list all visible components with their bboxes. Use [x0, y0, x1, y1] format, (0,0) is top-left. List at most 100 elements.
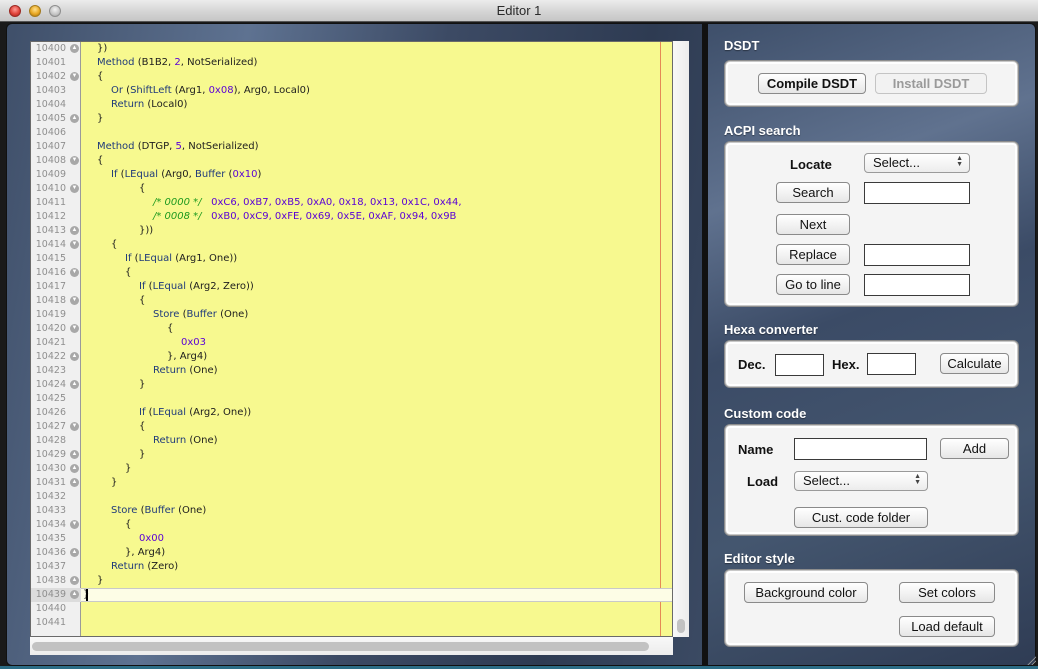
code-keyword: LEqual [138, 253, 173, 264]
code-line[interactable]: Return (One) [31, 434, 672, 448]
code-line[interactable]: { [31, 322, 672, 336]
code-line[interactable] [31, 490, 672, 504]
code-line[interactable]: { [31, 518, 672, 532]
code-line[interactable]: 0x00 [31, 532, 672, 546]
load-default-button[interactable]: Load default [899, 616, 995, 637]
code-text: } [139, 448, 145, 462]
search-button[interactable]: Search [776, 182, 850, 203]
code-line[interactable]: If (LEqual (Arg2, Zero)) [31, 280, 672, 294]
code-line[interactable]: Or (ShiftLeft (Arg1, 0x08), Arg0, Local0… [31, 84, 672, 98]
code-text: { [139, 420, 145, 434]
code-token: ) [257, 169, 262, 180]
code-line[interactable]: }) [31, 42, 672, 56]
code-line[interactable] [31, 126, 672, 140]
horizontal-scroll-thumb[interactable] [32, 642, 649, 651]
code-line[interactable]: If (LEqual (Arg1, One)) [31, 252, 672, 266]
search-input[interactable] [864, 182, 970, 204]
load-select[interactable]: Select... ▲ ▼ [794, 471, 928, 491]
code-line[interactable]: If (LEqual (Arg2, One)) [31, 406, 672, 420]
replace-button[interactable]: Replace [776, 244, 850, 265]
code-text: } [139, 378, 145, 392]
code-token: } [97, 575, 104, 586]
code-keyword: Store [153, 309, 180, 320]
code-line[interactable]: /* 0000 */ 0xC6, 0xB7, 0xB5, 0xA0, 0x18,… [31, 196, 672, 210]
dec-input[interactable] [775, 354, 824, 376]
editor-style-section-title: Editor style [724, 551, 795, 566]
hex-input[interactable] [867, 353, 916, 375]
code-keyword: Method [97, 57, 135, 68]
code-line[interactable]: } [31, 574, 672, 588]
code-text: If (LEqual (Arg1, One)) [125, 252, 237, 266]
go-to-line-button[interactable]: Go to line [776, 274, 850, 295]
vertical-scrollbar[interactable] [673, 41, 689, 637]
code-text: { [139, 182, 145, 196]
background-color-button[interactable]: Background color [744, 582, 868, 603]
code-text: { [111, 238, 117, 252]
code-line[interactable]: { [31, 266, 672, 280]
code-number: 0x03 [181, 337, 207, 348]
code-token: (Local0) [144, 99, 188, 110]
code-token: (One) [174, 505, 207, 516]
add-button[interactable]: Add [940, 438, 1009, 459]
code-editor[interactable]: 10400 ▲ 10401 10402 ▼ 10403 10404 10405 ▲ 10406 10… [30, 41, 673, 637]
replace-input[interactable] [864, 244, 970, 266]
code-text: } [97, 112, 103, 126]
hexa-converter-group: Dec. Hex. Calculate [725, 341, 1018, 387]
code-line[interactable]: { [31, 420, 672, 434]
code-line[interactable]: { [31, 238, 672, 252]
custom-code-name-input[interactable] [794, 438, 927, 460]
code-token: , NotSerialized) [180, 57, 258, 68]
go-to-line-input[interactable] [864, 274, 970, 296]
code-token: (One) [186, 435, 218, 446]
code-line[interactable]: } [31, 462, 672, 476]
code-line[interactable]: } [31, 588, 672, 602]
code-line[interactable]: Return (Local0) [31, 98, 672, 112]
code-token: { [167, 323, 174, 334]
code-line[interactable]: })) [31, 224, 672, 238]
code-line[interactable]: Method (B1B2, 2, NotSerialized) [31, 56, 672, 70]
code-text: Store (Buffer (One) [153, 308, 248, 322]
vertical-scroll-thumb[interactable] [677, 619, 685, 633]
code-line[interactable]: } [31, 378, 672, 392]
code-line[interactable]: }, Arg4) [31, 350, 672, 364]
code-line[interactable]: }, Arg4) [31, 546, 672, 560]
code-line[interactable]: Store (Buffer (One) [31, 308, 672, 322]
code-line[interactable]: } [31, 448, 672, 462]
code-keyword: Return [153, 435, 187, 446]
code-line[interactable]: Return (One) [31, 364, 672, 378]
next-button[interactable]: Next [776, 214, 850, 235]
set-colors-button[interactable]: Set colors [899, 582, 995, 603]
code-line[interactable]: 0x03 [31, 336, 672, 350]
code-line[interactable]: { [31, 154, 672, 168]
code-token: { [125, 267, 132, 278]
acpi-search-group: Locate Select... ▲ ▼ Search Next Replace … [725, 142, 1018, 306]
code-line[interactable]: If (LEqual (Arg0, Buffer (0x10) [31, 168, 672, 182]
code-text: Method (DTGP, 5, NotSerialized) [97, 140, 259, 154]
calculate-button[interactable]: Calculate [940, 353, 1009, 374]
code-line[interactable]: { [31, 294, 672, 308]
code-line[interactable]: } [31, 112, 672, 126]
code-line[interactable]: } [31, 476, 672, 490]
code-text: If (LEqual (Arg2, Zero)) [139, 280, 254, 294]
code-line[interactable]: { [31, 182, 672, 196]
code-token: { [97, 71, 104, 82]
code-line[interactable]: { [31, 70, 672, 84]
code-line[interactable] [31, 392, 672, 406]
code-line[interactable]: Return (Zero) [31, 560, 672, 574]
compile-dsdt-button[interactable]: Compile DSDT [758, 73, 866, 94]
code-line[interactable]: /* 0008 */ 0xB0, 0xC9, 0xFE, 0x69, 0x5E,… [31, 210, 672, 224]
code-number: 0x10 [232, 169, 258, 180]
window-resize-grip[interactable] [1026, 655, 1036, 665]
load-select-value: Select... [803, 473, 850, 488]
code-token: (B1B2, [134, 57, 175, 68]
code-line[interactable]: Store (Buffer (One) [31, 504, 672, 518]
horizontal-scrollbar[interactable] [30, 637, 673, 655]
locate-select[interactable]: Select... ▲ ▼ [864, 153, 970, 173]
code-token: } [139, 379, 146, 390]
hexa-converter-section-title: Hexa converter [724, 322, 818, 337]
code-line[interactable]: Method (DTGP, 5, NotSerialized) [31, 140, 672, 154]
custom-code-folder-button[interactable]: Cust. code folder [794, 507, 928, 528]
code-line[interactable] [31, 616, 672, 630]
code-line[interactable] [31, 602, 672, 616]
